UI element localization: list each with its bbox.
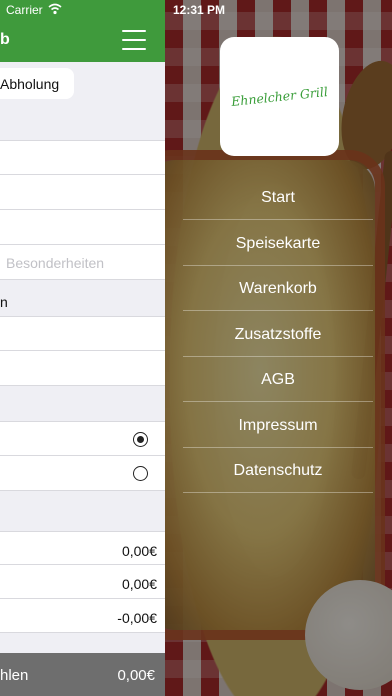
wifi-icon xyxy=(48,3,62,15)
menu-item-zusatzstoffe[interactable]: Zusatzstoffe xyxy=(183,312,373,357)
side-menu: 12:31 PM Ehnelcher Grill Start Speisekar… xyxy=(165,0,392,696)
carrier-label: Carrier xyxy=(6,3,43,17)
price-row-1: 0,00€ xyxy=(0,531,165,565)
menu-item-warenkorb[interactable]: Warenkorb xyxy=(183,266,373,311)
pickup-segment[interactable]: Abholung xyxy=(0,68,74,99)
menu-item-speisekarte[interactable]: Speisekarte xyxy=(183,221,373,266)
menu-item-datenschutz[interactable]: Datenschutz xyxy=(183,448,373,493)
form-field-2[interactable] xyxy=(0,175,165,210)
status-time: 12:31 PM xyxy=(173,3,226,17)
menu-item-impressum[interactable]: Impressum xyxy=(183,403,373,448)
nav-title: b xyxy=(0,31,10,48)
radio-selected-icon[interactable] xyxy=(133,432,148,447)
section-label: n xyxy=(0,294,8,310)
logo-text: Ehnelcher Grill xyxy=(230,83,329,110)
order-panel: Carrier b Abholung Besonderheiten n 0,00… xyxy=(0,0,165,696)
form-field-5[interactable] xyxy=(0,351,165,386)
price-value-1: 0,00€ xyxy=(121,543,157,559)
left-status-bar: Carrier xyxy=(0,0,165,20)
payment-option-1[interactable] xyxy=(0,421,165,456)
price-value-2: 0,00€ xyxy=(121,576,157,592)
checkout-footer[interactable]: hlen 0,00€ xyxy=(0,653,165,696)
form-field-4[interactable] xyxy=(0,316,165,351)
restaurant-logo: Ehnelcher Grill xyxy=(220,37,339,156)
menu-item-start[interactable]: Start xyxy=(183,175,373,220)
nav-bar: b xyxy=(0,20,165,62)
checkout-total: 0,00€ xyxy=(117,667,155,684)
checkout-label: hlen xyxy=(0,667,29,684)
form-field-1[interactable] xyxy=(0,140,165,175)
price-row-3: -0,00€ xyxy=(0,599,165,633)
form-field-3[interactable] xyxy=(0,210,165,245)
price-row-2: 0,00€ xyxy=(0,565,165,599)
notes-placeholder: Besonderheiten xyxy=(6,255,105,271)
radio-unselected-icon[interactable] xyxy=(133,466,148,481)
price-value-3: -0,00€ xyxy=(117,610,157,626)
hamburger-menu-icon[interactable] xyxy=(122,30,146,50)
menu-item-agb[interactable]: AGB xyxy=(183,357,373,402)
section-header: n xyxy=(0,281,165,316)
payment-option-2[interactable] xyxy=(0,456,165,491)
notes-field[interactable]: Besonderheiten xyxy=(0,245,165,280)
